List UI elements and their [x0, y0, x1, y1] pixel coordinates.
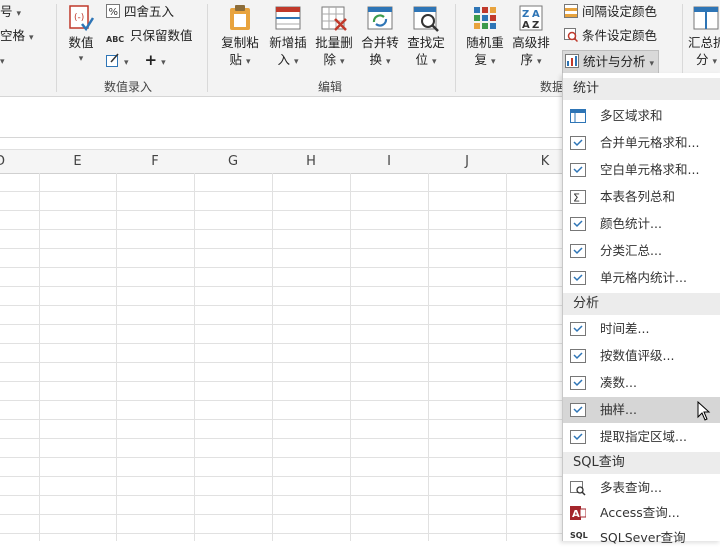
mouse-cursor-icon [697, 400, 711, 424]
column-header-i[interactable]: I [350, 150, 428, 173]
interval-color-item[interactable]: 间隔设定颜色 [564, 2, 657, 22]
function-icon [570, 375, 586, 391]
svg-text:Σ: Σ [573, 192, 580, 205]
merge-convert-icon [366, 4, 394, 32]
svg-text:Z: Z [532, 20, 539, 31]
sigma-icon: Σ [570, 189, 586, 205]
column-header-g[interactable]: G [194, 150, 272, 173]
value-button[interactable]: (-) 数值 ▾ [62, 4, 100, 68]
batch-delete-button[interactable]: 批量删 除 ▾ [310, 4, 358, 71]
menu-section-analysis: 分析 [563, 293, 720, 315]
ribbon-separator [56, 4, 57, 92]
search-icon [412, 4, 440, 32]
column-header-j[interactable]: J [428, 150, 506, 173]
number-input-icon: (-) [67, 4, 95, 32]
column-header-h[interactable]: H [272, 150, 350, 173]
svg-text:(-): (-) [74, 13, 84, 23]
copy-paste-button[interactable]: 复制粘 贴 ▾ [216, 4, 264, 71]
sql-icon: SQL [570, 531, 588, 540]
edit-table-icon [106, 53, 120, 67]
group-label-value-entry: 数值录入 [104, 80, 153, 94]
menu-item-merged-cell-sum[interactable]: 合并单元格求和... [563, 130, 720, 156]
function-icon [570, 402, 586, 418]
ribbon-left-item-1[interactable]: 号 ▾ [0, 2, 21, 22]
svg-text:%: % [109, 7, 119, 18]
keep-value-item[interactable]: ABC 只保留数值 [106, 26, 193, 46]
group1-tools[interactable]: ▾ + ▾ [106, 50, 166, 70]
menu-item-sqlserver-query[interactable]: SQL SQLSever查询 [563, 525, 720, 551]
ribbon-left-dropdown[interactable]: ▾ [0, 50, 5, 70]
ribbon-left-item-2[interactable]: 空格 ▾ [0, 26, 34, 46]
find-locate-button[interactable]: 查找定 位 ▾ [402, 4, 450, 71]
column-header-f[interactable]: F [116, 150, 194, 173]
merge-convert-button[interactable]: 合并转 换 ▾ [356, 4, 404, 71]
function-icon [570, 135, 586, 151]
stats-analysis-dropdown[interactable]: 统计与分析 ▾ [562, 50, 660, 74]
menu-item-subtotal[interactable]: 分类汇总... [563, 238, 720, 264]
menu-item-make-up-number[interactable]: 凑数... [563, 370, 720, 396]
menu-item-time-diff[interactable]: 时间差... [563, 316, 720, 342]
random-repeat-button[interactable]: 随机重 复 ▾ [462, 4, 508, 71]
column-header-e[interactable]: E [39, 150, 116, 173]
function-icon [570, 243, 586, 259]
round-item[interactable]: % 四舍五入 [106, 2, 174, 22]
menu-item-color-stats[interactable]: 颜色统计... [563, 211, 720, 237]
access-icon: A [570, 505, 587, 521]
advanced-sort-button[interactable]: ZAAZ 高级排 序 ▾ [508, 4, 554, 71]
function-icon [570, 429, 586, 445]
group-label-data: 数据 [540, 80, 565, 94]
conditional-color-item[interactable]: 条件设定颜色 [564, 26, 657, 46]
menu-item-extract-region[interactable]: 提取指定区域... [563, 424, 720, 450]
function-icon [570, 162, 586, 178]
menu-item-sampling[interactable]: 抽样... [563, 397, 720, 423]
menu-section-sql: SQL查询 [563, 452, 720, 474]
insert-rows-icon [274, 4, 302, 32]
menu-item-rate-by-value[interactable]: 按数值评级... [563, 343, 720, 369]
striped-table-icon [564, 4, 578, 18]
menu-item-blank-cell-sum[interactable]: 空白单元格求和... [563, 157, 720, 183]
table-search-icon [570, 480, 586, 496]
table-icon [570, 108, 586, 124]
function-icon [570, 270, 586, 286]
stats-icon [565, 53, 579, 68]
menu-item-column-totals[interactable]: Σ 本表各列总和 [563, 184, 720, 210]
svg-text:A: A [522, 20, 530, 31]
function-icon [570, 321, 586, 337]
menu-item-multi-table-query[interactable]: 多表查询... [563, 475, 720, 501]
menu-item-access-query[interactable]: A Access查询... [563, 500, 720, 526]
summary-split-icon [692, 4, 720, 32]
clipboard-icon [226, 4, 254, 32]
menu-item-in-cell-stats[interactable]: 单元格内统计... [563, 265, 720, 291]
menu-section-stats: 统计 [563, 78, 720, 100]
function-icon [570, 216, 586, 232]
group-label-edit: 编辑 [318, 80, 343, 94]
menu-item-multi-area-sum[interactable]: 多区域求和 [563, 103, 720, 129]
function-icon [570, 348, 586, 364]
svg-text:A: A [572, 509, 580, 520]
random-blocks-icon [471, 4, 499, 32]
plus-icon[interactable]: + [145, 51, 158, 69]
insert-new-button[interactable]: 新增插 入 ▾ [264, 4, 312, 71]
percent-icon: % [106, 4, 120, 18]
svg-text:A: A [532, 9, 540, 20]
ribbon-separator [207, 4, 208, 92]
svg-text:Z: Z [522, 9, 529, 20]
abc-icon: ABC [106, 35, 125, 44]
summary-split-button[interactable]: 汇总拆 分 ▾ [688, 4, 720, 71]
sort-az-icon: ZAAZ [517, 4, 545, 32]
column-header-d[interactable]: D [0, 150, 20, 173]
search-icon [564, 28, 579, 43]
delete-grid-icon [320, 4, 348, 32]
ribbon-separator [455, 4, 456, 92]
